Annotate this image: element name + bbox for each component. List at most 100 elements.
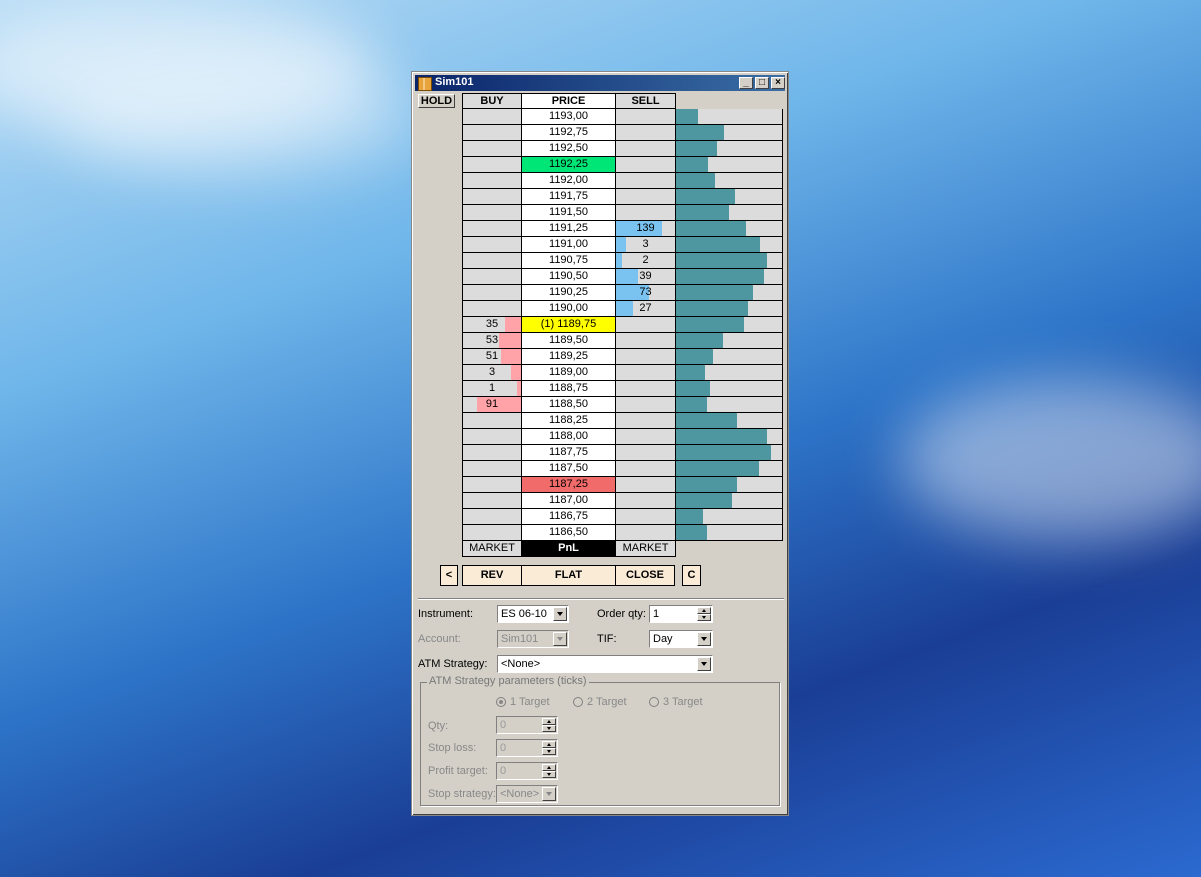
buy-cell[interactable]: 53 [462,333,522,349]
price-cell[interactable]: 1193,00 [522,109,616,125]
buy-cell[interactable] [462,301,522,317]
spin-down-icon[interactable] [542,771,556,778]
sell-cell[interactable] [616,397,676,413]
sell-cell[interactable]: 3 [616,237,676,253]
price-cell[interactable]: 1189,25 [522,349,616,365]
price-cell[interactable]: 1188,50 [522,397,616,413]
buy-cell[interactable] [462,125,522,141]
buy-cell[interactable] [462,157,522,173]
price-cell[interactable]: 1192,00 [522,173,616,189]
spin-down-icon[interactable] [542,725,556,732]
buy-cell[interactable] [462,253,522,269]
price-cell[interactable]: 1191,50 [522,205,616,221]
price-cell[interactable]: 1186,75 [522,509,616,525]
buy-cell[interactable]: 51 [462,349,522,365]
close-position-button[interactable]: CLOSE [615,565,675,586]
buy-cell[interactable] [462,141,522,157]
close-window-button[interactable]: × [771,77,785,89]
chevron-down-icon[interactable] [553,632,567,646]
buy-cell[interactable] [462,237,522,253]
sell-cell[interactable]: 139 [616,221,676,237]
minimize-button[interactable]: _ [739,77,753,89]
atm-strategy-select[interactable]: <None> [497,655,713,673]
price-cell[interactable]: 1192,25 [522,157,616,173]
title-bar[interactable]: Sim101 _ □ × [415,75,785,91]
sell-market-button[interactable]: MARKET [616,541,676,557]
rev-button[interactable]: REV [462,565,522,586]
chevron-down-icon[interactable] [553,607,567,621]
instrument-select[interactable]: ES 06-10 [497,605,569,623]
c-button[interactable]: C [682,565,701,586]
sell-cell[interactable] [616,141,676,157]
price-cell[interactable]: 1188,75 [522,381,616,397]
buy-cell[interactable] [462,285,522,301]
collapse-left-button[interactable]: < [440,565,458,586]
buy-cell[interactable]: 1 [462,381,522,397]
sell-cell[interactable] [616,445,676,461]
price-cell[interactable]: 1189,50 [522,333,616,349]
sell-cell[interactable]: 39 [616,269,676,285]
price-cell[interactable]: 1190,50 [522,269,616,285]
flat-button[interactable]: FLAT [521,565,616,586]
buy-cell[interactable] [462,221,522,237]
sell-cell[interactable] [616,509,676,525]
buy-cell[interactable] [462,461,522,477]
buy-cell[interactable] [462,189,522,205]
spin-up-icon[interactable] [542,718,556,725]
tif-select[interactable]: Day [649,630,713,648]
price-cell[interactable]: (1) 1189,75 [522,317,616,333]
sell-cell[interactable] [616,477,676,493]
sell-cell[interactable] [616,365,676,381]
buy-cell[interactable] [462,109,522,125]
price-cell[interactable]: 1191,75 [522,189,616,205]
sell-cell[interactable] [616,205,676,221]
buy-cell[interactable]: 91 [462,397,522,413]
sell-cell[interactable] [616,317,676,333]
buy-cell[interactable] [462,525,522,541]
radio-1-target[interactable]: 1 Target [496,696,550,708]
account-select[interactable]: Sim101 [497,630,569,648]
spin-up-icon[interactable] [542,764,556,771]
price-cell[interactable]: 1191,00 [522,237,616,253]
price-cell[interactable]: 1190,00 [522,301,616,317]
sell-cell[interactable]: 2 [616,253,676,269]
sell-cell[interactable]: 27 [616,301,676,317]
buy-market-button[interactable]: MARKET [462,541,522,557]
price-cell[interactable]: 1191,25 [522,221,616,237]
price-cell[interactable]: 1190,75 [522,253,616,269]
stop-loss-stepper[interactable]: 0 [496,739,558,757]
sell-cell[interactable] [616,493,676,509]
buy-cell[interactable] [462,445,522,461]
radio-3-target[interactable]: 3 Target [649,696,703,708]
chevron-down-icon[interactable] [697,632,711,646]
spin-up-icon[interactable] [697,607,711,614]
sell-cell[interactable] [616,125,676,141]
price-cell[interactable]: 1187,25 [522,477,616,493]
sell-cell[interactable] [616,525,676,541]
sell-cell[interactable] [616,109,676,125]
buy-cell[interactable]: 35 [462,317,522,333]
sell-cell[interactable]: 73 [616,285,676,301]
chevron-down-icon[interactable] [542,787,556,801]
price-cell[interactable]: 1192,75 [522,125,616,141]
buy-cell[interactable] [462,509,522,525]
sell-cell[interactable] [616,173,676,189]
buy-cell[interactable] [462,493,522,509]
buy-cell[interactable] [462,173,522,189]
order-qty-stepper[interactable]: 1 [649,605,713,623]
price-cell[interactable]: 1188,25 [522,413,616,429]
buy-cell[interactable] [462,205,522,221]
stop-strategy-select[interactable]: <None> [496,785,558,803]
spin-down-icon[interactable] [697,614,711,621]
radio-2-target[interactable]: 2 Target [573,696,627,708]
price-cell[interactable]: 1187,50 [522,461,616,477]
sell-cell[interactable] [616,461,676,477]
price-cell[interactable]: 1188,00 [522,429,616,445]
price-cell[interactable]: 1186,50 [522,525,616,541]
buy-cell[interactable] [462,477,522,493]
sell-cell[interactable] [616,381,676,397]
sell-cell[interactable] [616,189,676,205]
maximize-button[interactable]: □ [755,77,769,89]
chevron-down-icon[interactable] [697,657,711,671]
buy-cell[interactable] [462,429,522,445]
